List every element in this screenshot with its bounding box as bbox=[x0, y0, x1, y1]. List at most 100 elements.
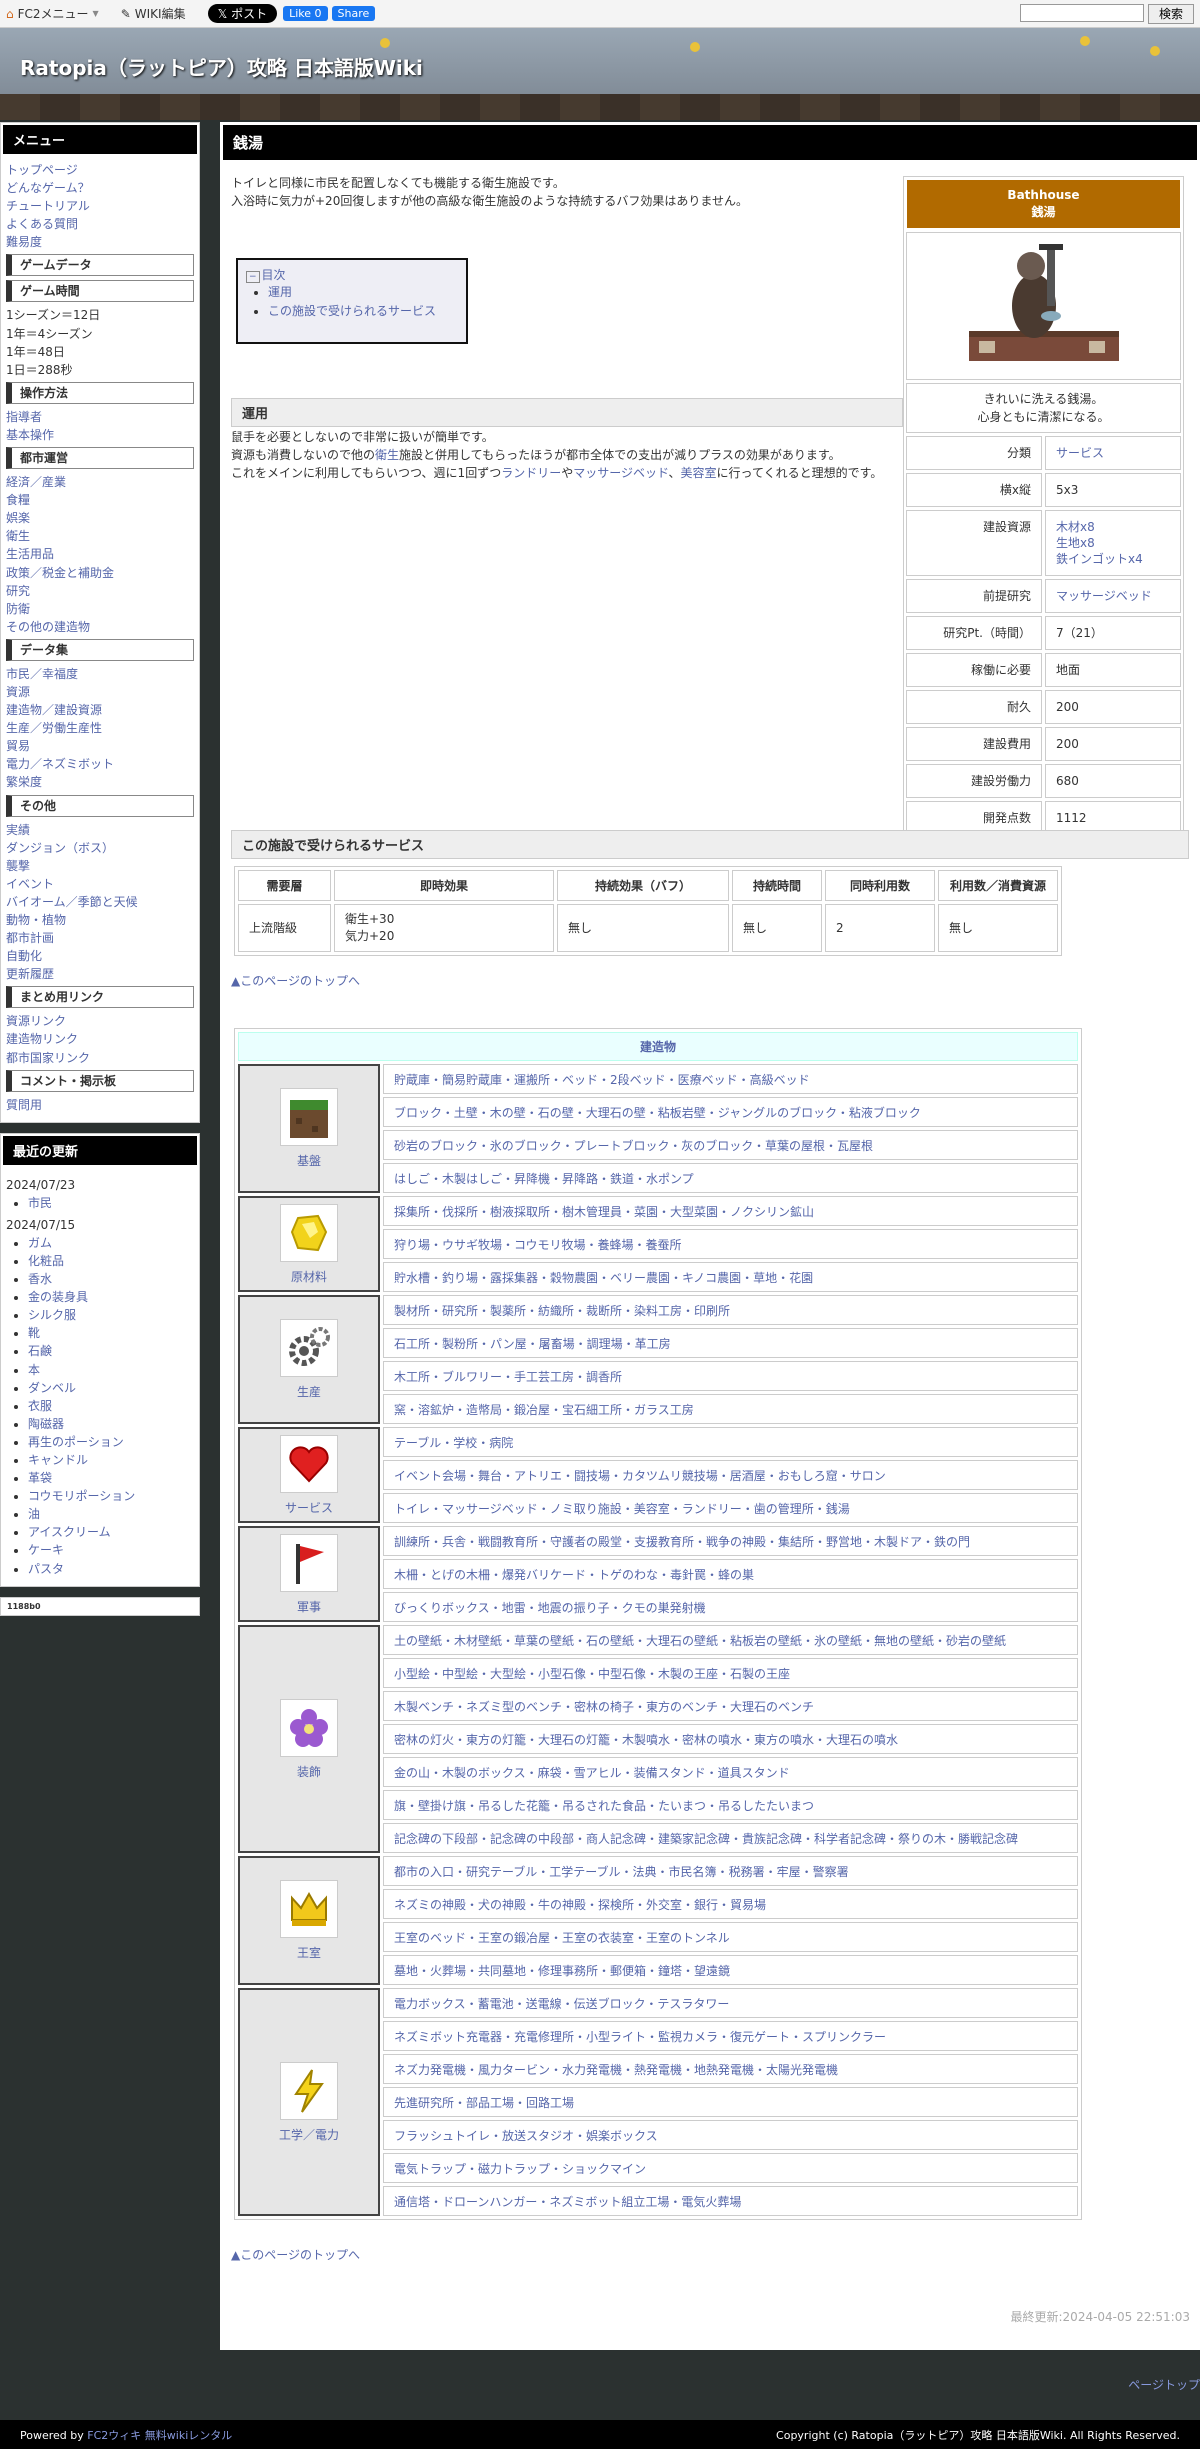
nav-link-row[interactable]: ブロック・土壁・木の壁・石の壁・大理石の壁・粘板岩壁・ジャングルのブロック・粘液… bbox=[383, 1097, 1078, 1127]
update-link[interactable]: ガム bbox=[28, 1236, 52, 1250]
nav-link-row[interactable]: フラッシュトイレ・放送スタジオ・娯楽ボックス bbox=[383, 2120, 1078, 2150]
update-link[interactable]: 化粧品 bbox=[28, 1254, 64, 1268]
update-link[interactable]: 衣服 bbox=[28, 1399, 52, 1413]
nav-link-row[interactable]: 墓地・火葬場・共同墓地・修理事務所・郵便箱・鐘塔・望遠鏡 bbox=[383, 1955, 1078, 1985]
nav-link-row[interactable]: 採集所・伐採所・樹液採取所・樹木管理員・菜園・大型菜園・ノクシリン鉱山 bbox=[383, 1196, 1078, 1226]
nav-link-row[interactable]: 電力ボックス・蓄電池・送電線・伝送ブロック・テスラタワー bbox=[383, 1988, 1078, 2018]
fc2wiki-link[interactable]: FC2ウィキ 無料wikiレンタル bbox=[87, 2429, 232, 2442]
search-input[interactable] bbox=[1019, 3, 1144, 22]
nav-link-row[interactable]: 製材所・研究所・製薬所・紡織所・裁断所・染料工房・印刷所 bbox=[383, 1295, 1078, 1325]
nav-link-row[interactable]: 木柵・とげの木柵・爆発バリケード・トゲのわな・毒針罠・蜂の巣 bbox=[383, 1559, 1078, 1589]
nav-link-row[interactable]: 電気トラップ・磁力トラップ・ショックマイン bbox=[383, 2153, 1078, 2183]
nav-link-row[interactable]: 狩り場・ウサギ牧場・コウモリ牧場・養蜂場・養蚕所 bbox=[383, 1229, 1078, 1259]
update-link[interactable]: 市民 bbox=[28, 1196, 52, 1210]
update-link[interactable]: 本 bbox=[28, 1363, 40, 1377]
update-link[interactable]: コウモリポーション bbox=[28, 1489, 135, 1503]
sidebar-menu-item[interactable]: 衛生 bbox=[6, 527, 194, 545]
nav-link-row[interactable]: 王室のベッド・王室の鍛冶屋・王室の衣装室・王室のトンネル bbox=[383, 1922, 1078, 1952]
sidebar-menu-item[interactable]: イベント bbox=[6, 875, 194, 893]
nav-link-row[interactable]: 貯蔵庫・簡易貯蔵庫・運搬所・ベッド・2段ベッド・医療ベッド・高級ベッド bbox=[383, 1064, 1078, 1094]
update-link[interactable]: 陶磁器 bbox=[28, 1417, 64, 1431]
update-link[interactable]: 香水 bbox=[28, 1272, 52, 1286]
nav-link-row[interactable]: 木工所・ブルワリー・手工芸工房・調香所 bbox=[383, 1361, 1078, 1391]
sidebar-menu-item[interactable]: 難易度 bbox=[6, 233, 194, 251]
sidebar-menu-item[interactable]: その他の建造物 bbox=[6, 618, 194, 636]
sidebar-menu-item[interactable]: ダンジョン（ボス） bbox=[6, 839, 194, 857]
nav-category-lightning[interactable]: 工学／電力 bbox=[238, 1988, 380, 2216]
link-massage-bed[interactable]: マッサージベッド bbox=[573, 466, 668, 480]
nav-link-row[interactable]: はしご・木製はしご・昇降機・昇降路・鉄道・水ポンプ bbox=[383, 1163, 1078, 1193]
update-link[interactable]: ダンベル bbox=[28, 1381, 76, 1395]
nav-link-row[interactable]: 土の壁紙・木材壁紙・草葉の壁紙・石の壁紙・大理石の壁紙・粘板岩の壁紙・氷の壁紙・… bbox=[383, 1625, 1078, 1655]
sidebar-menu-item[interactable]: 生産／労働生産性 bbox=[6, 719, 194, 737]
sidebar-menu-item[interactable]: 建造物／建設資源 bbox=[6, 701, 194, 719]
search-button[interactable]: 検索 bbox=[1147, 3, 1194, 24]
nav-link-row[interactable]: 石工所・製粉所・パン屋・屠畜場・調理場・革工房 bbox=[383, 1328, 1078, 1358]
nav-category-purple-flower[interactable]: 装飾 bbox=[238, 1625, 380, 1853]
sidebar-menu-item[interactable]: 指導者 bbox=[6, 408, 194, 426]
nav-link-row[interactable]: 密林の灯火・東方の灯籠・大理石の灯籠・木製噴水・密林の噴水・東方の噴水・大理石の… bbox=[383, 1724, 1078, 1754]
sidebar-menu-item[interactable]: 資源 bbox=[6, 683, 194, 701]
sidebar-menu-item[interactable]: バイオーム／季節と天候 bbox=[6, 893, 194, 911]
update-link[interactable]: 靴 bbox=[28, 1326, 40, 1340]
nav-link-row[interactable]: びっくりボックス・地雷・地震の振り子・クモの巣発射機 bbox=[383, 1592, 1078, 1622]
site-title[interactable]: Ratopia（ラットピア）攻略 日本語版Wiki bbox=[20, 52, 423, 81]
sidebar-menu-item[interactable]: 防衛 bbox=[6, 600, 194, 618]
update-link[interactable]: パスタ bbox=[28, 1562, 64, 1576]
sidebar-menu-item[interactable]: 貿易 bbox=[6, 737, 194, 755]
sidebar-menu-item[interactable]: よくある質問 bbox=[6, 215, 194, 233]
nav-link-row[interactable]: 貯水槽・釣り場・露採集器・穀物農園・ベリー農園・キノコ農園・草地・花園 bbox=[383, 1262, 1078, 1292]
back-to-top-link[interactable]: ▲このページのトップへ bbox=[231, 2246, 360, 2263]
sidebar-menu-item[interactable]: 市民／幸福度 bbox=[6, 665, 194, 683]
sidebar-menu-item[interactable]: 研究 bbox=[6, 582, 194, 600]
nav-category-heart[interactable]: サービス bbox=[238, 1427, 380, 1523]
back-to-top-link[interactable]: ▲このページのトップへ bbox=[231, 972, 360, 989]
update-link[interactable]: 革袋 bbox=[28, 1471, 52, 1485]
sidebar-menu-item[interactable]: 都市国家リンク bbox=[6, 1049, 194, 1067]
nav-link-row[interactable]: 金の山・木製のボックス・麻袋・雪アヒル・装備スタンド・道具スタンド bbox=[383, 1757, 1078, 1787]
sidebar-menu-item[interactable]: 都市計画 bbox=[6, 929, 194, 947]
facebook-share-button[interactable]: Share bbox=[331, 6, 376, 21]
sidebar-menu-item[interactable]: 実績 bbox=[6, 821, 194, 839]
sidebar-menu-item[interactable]: トップページ bbox=[6, 161, 194, 179]
sidebar-menu-item[interactable]: 食糧 bbox=[6, 491, 194, 509]
sidebar-menu-item[interactable]: 娯楽 bbox=[6, 509, 194, 527]
sidebar-menu-item[interactable]: 更新履歴 bbox=[6, 965, 194, 983]
sidebar-menu-item[interactable]: 経済／産業 bbox=[6, 473, 194, 491]
sidebar-menu-item[interactable]: 繁栄度 bbox=[6, 773, 194, 791]
collapse-icon[interactable]: − bbox=[246, 271, 260, 283]
nav-link-row[interactable]: 砂岩のブロック・氷のブロック・プレートブロック・灰のブロック・草葉の屋根・瓦屋根 bbox=[383, 1130, 1078, 1160]
nav-category-dirt-block[interactable]: 基盤 bbox=[238, 1064, 380, 1193]
nav-link-row[interactable]: 小型絵・中型絵・大型絵・小型石像・中型石像・木製の王座・石製の王座 bbox=[383, 1658, 1078, 1688]
update-link[interactable]: アイスクリーム bbox=[28, 1525, 111, 1539]
sidebar-menu-item[interactable]: 基本操作 bbox=[6, 426, 194, 444]
nav-category-gold-ore[interactable]: 原材料 bbox=[238, 1196, 380, 1292]
update-link[interactable]: 金の装身具 bbox=[28, 1290, 88, 1304]
update-link[interactable]: キャンドル bbox=[28, 1453, 88, 1467]
sidebar-menu-item[interactable]: 質問用 bbox=[6, 1096, 194, 1114]
infobox-value[interactable]: サービス bbox=[1045, 436, 1181, 470]
infobox-value[interactable]: 木材x8 生地x8 鉄インゴットx4 bbox=[1045, 510, 1181, 576]
wiki-edit-link[interactable]: ✎ WIKI編集 bbox=[121, 5, 186, 22]
fc2-menu[interactable]: ⌂ FC2メニュー ▼ bbox=[6, 5, 99, 22]
sidebar-menu-item[interactable]: 資源リンク bbox=[6, 1012, 194, 1030]
update-link[interactable]: ケーキ bbox=[28, 1543, 64, 1557]
nav-link-row[interactable]: 都市の入口・研究テーブル・工学テーブル・法典・市民名簿・税務署・牢屋・警察署 bbox=[383, 1856, 1078, 1886]
nav-link-row[interactable]: ネズ力発電機・風力タービン・水力発電機・熱発電機・地熱発電機・太陽光発電機 bbox=[383, 2054, 1078, 2084]
nav-link-row[interactable]: トイレ・マッサージベッド・ノミ取り施設・美容室・ランドリー・歯の管理所・銭湯 bbox=[383, 1493, 1078, 1523]
update-link[interactable]: シルク服 bbox=[28, 1308, 76, 1322]
x-post-button[interactable]: 𝕏 ポスト bbox=[207, 4, 278, 23]
sidebar-menu-item[interactable]: 襲撃 bbox=[6, 857, 194, 875]
nav-link-row[interactable]: 通信塔・ドローンハンガー・ネズミボット組立工場・電気火葬場 bbox=[383, 2186, 1078, 2216]
link-beauty-salon[interactable]: 美容室 bbox=[681, 466, 717, 480]
sidebar-menu-item[interactable]: チュートリアル bbox=[6, 197, 194, 215]
sidebar-menu-item[interactable]: 自動化 bbox=[6, 947, 194, 965]
nav-category-crown[interactable]: 王室 bbox=[238, 1856, 380, 1985]
page-top-link[interactable]: ページトップ bbox=[1128, 2376, 1200, 2393]
nav-link-row[interactable]: ネズミの神殿・犬の神殿・牛の神殿・探検所・外交室・銀行・貿易場 bbox=[383, 1889, 1078, 1919]
nav-link-row[interactable]: 窯・溶鉱炉・造幣局・鍛冶屋・宝石細工所・ガラス工房 bbox=[383, 1394, 1078, 1424]
sidebar-menu-item[interactable]: 電力／ネズミボット bbox=[6, 755, 194, 773]
nav-link-row[interactable]: 記念碑の下段部・記念碑の中段部・商人記念碑・建築家記念碑・貴族記念碑・科学者記念… bbox=[383, 1823, 1078, 1853]
nav-link-row[interactable]: イベント会場・舞台・アトリエ・闘技場・カタツムリ競技場・居酒屋・おもしろ窟・サロ… bbox=[383, 1460, 1078, 1490]
nav-category-gears[interactable]: 生産 bbox=[238, 1295, 380, 1424]
